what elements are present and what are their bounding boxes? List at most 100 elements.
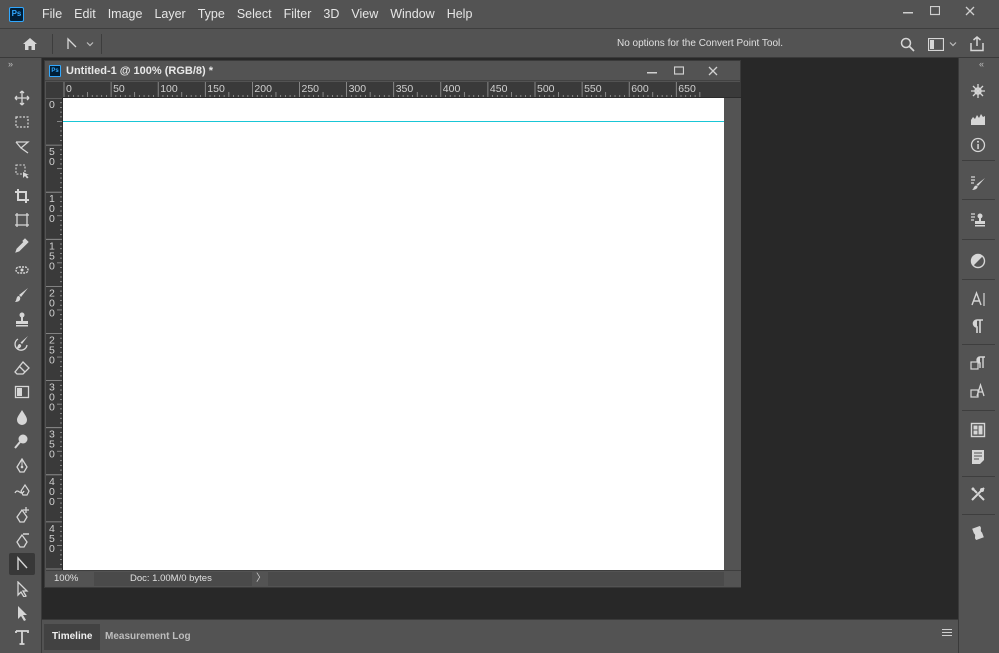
ruler-label: 500 bbox=[537, 83, 555, 95]
window-close-button[interactable] bbox=[955, 0, 985, 22]
panel-clone-source[interactable] bbox=[965, 209, 991, 231]
menu-help[interactable]: Help bbox=[441, 0, 479, 28]
canvas[interactable] bbox=[63, 98, 724, 570]
delete-anchor-icon bbox=[16, 533, 29, 548]
pen-tool[interactable] bbox=[9, 455, 35, 477]
chevron-down-icon bbox=[949, 42, 957, 47]
horizontal-scrollbar[interactable] bbox=[268, 572, 724, 586]
panel-separator bbox=[962, 160, 995, 161]
convert-point-tool[interactable] bbox=[9, 553, 35, 575]
panel-adjustments[interactable] bbox=[965, 250, 991, 272]
blur-tool[interactable] bbox=[9, 406, 35, 428]
search-button[interactable] bbox=[896, 33, 918, 55]
toolbar-collapse-button[interactable]: » bbox=[0, 58, 41, 70]
panel-notes[interactable] bbox=[965, 446, 991, 468]
tab-timeline[interactable]: Timeline bbox=[44, 624, 101, 650]
menu-view[interactable]: View bbox=[345, 0, 384, 28]
share-button[interactable] bbox=[966, 33, 988, 55]
close-icon bbox=[708, 66, 718, 76]
move-tool[interactable] bbox=[9, 87, 35, 109]
menu-window[interactable]: Window bbox=[384, 0, 440, 28]
panel-info[interactable] bbox=[965, 134, 991, 156]
home-button[interactable] bbox=[18, 33, 42, 55]
stamp-tool[interactable] bbox=[9, 308, 35, 330]
brush-tool[interactable] bbox=[9, 284, 35, 306]
close-icon bbox=[965, 6, 975, 16]
document-minimize-button[interactable] bbox=[638, 61, 666, 81]
type-tool[interactable] bbox=[9, 626, 35, 648]
path-select-icon bbox=[17, 581, 29, 597]
document-maximize-button[interactable] bbox=[665, 61, 693, 81]
panel-character-styles[interactable] bbox=[965, 380, 991, 402]
horizontal-guide[interactable] bbox=[63, 121, 724, 122]
home-icon bbox=[23, 38, 37, 50]
panel-navigator[interactable] bbox=[965, 80, 991, 102]
window-minimize-button[interactable] bbox=[893, 0, 923, 22]
libraries-icon bbox=[970, 422, 986, 438]
panel-libraries[interactable] bbox=[965, 419, 991, 441]
ruler-label: 200 bbox=[254, 83, 272, 95]
menu-file[interactable]: File bbox=[36, 0, 68, 28]
document-tab[interactable]: Ps Untitled-1 @ 100% (RGB/8) * bbox=[45, 61, 740, 81]
horizontal-ruler[interactable]: 0 50 100 150 200 250 300 350 400 450 500 550 600 650 bbox=[63, 82, 741, 98]
direct-select-tool[interactable] bbox=[9, 602, 35, 624]
panel-paragraph[interactable] bbox=[965, 315, 991, 337]
panel-tool-presets[interactable] bbox=[965, 483, 991, 505]
delete-anchor-tool[interactable] bbox=[9, 529, 35, 551]
menu-type[interactable]: Type bbox=[192, 0, 231, 28]
ruler-label: 0 bbox=[66, 83, 72, 95]
paragraph-icon bbox=[972, 319, 983, 333]
panel-histogram[interactable] bbox=[965, 108, 991, 130]
menu-image[interactable]: Image bbox=[102, 0, 149, 28]
menu-layer[interactable]: Layer bbox=[148, 0, 191, 28]
status-menu-arrow[interactable]: 〉 bbox=[256, 571, 266, 587]
workspace-switcher[interactable] bbox=[925, 33, 961, 55]
vertical-scrollbar[interactable] bbox=[724, 98, 741, 570]
maximize-icon bbox=[930, 6, 940, 16]
ruler-label: 150 bbox=[207, 83, 225, 95]
panel-character[interactable] bbox=[965, 288, 991, 310]
document-status-bar: 100% Doc: 1.00M/0 bytes 〉 bbox=[46, 570, 741, 587]
freeform-pen-tool[interactable] bbox=[9, 480, 35, 502]
menu-filter[interactable]: Filter bbox=[278, 0, 318, 28]
brush-icon bbox=[15, 288, 28, 302]
menu-3d[interactable]: 3D bbox=[317, 0, 345, 28]
menu-edit[interactable]: Edit bbox=[68, 0, 102, 28]
panel-actions[interactable] bbox=[965, 522, 991, 544]
dock-collapse-button[interactable]: « bbox=[959, 58, 999, 70]
pen-icon bbox=[16, 458, 28, 473]
document-icon: Ps bbox=[49, 64, 61, 77]
document-close-button[interactable] bbox=[699, 61, 727, 81]
doc-size-info: Doc: 1.00M/0 bytes bbox=[94, 572, 252, 586]
marquee-tool[interactable] bbox=[9, 111, 35, 133]
tab-measurement-log[interactable]: Measurement Log bbox=[97, 624, 199, 650]
gradient-tool[interactable] bbox=[9, 381, 35, 403]
panel-brush-settings[interactable] bbox=[965, 172, 991, 194]
menu-select[interactable]: Select bbox=[231, 0, 278, 28]
zoom-level[interactable]: 100% bbox=[54, 571, 78, 587]
ruler-label: 0 bbox=[49, 99, 55, 111]
path-select-tool[interactable] bbox=[9, 578, 35, 600]
panel-menu-icon[interactable] bbox=[942, 629, 952, 637]
ruler-label: 600 bbox=[631, 83, 649, 95]
eyedropper-tool[interactable] bbox=[9, 234, 35, 256]
info-icon bbox=[970, 137, 986, 153]
ruler-label: 0 bbox=[49, 496, 55, 508]
lasso-tool[interactable] bbox=[9, 136, 35, 158]
dodge-tool[interactable] bbox=[9, 430, 35, 452]
window-maximize-button[interactable] bbox=[920, 0, 950, 22]
eraser-tool[interactable] bbox=[9, 357, 35, 379]
healing-tool[interactable] bbox=[9, 259, 35, 281]
tool-preset-picker[interactable] bbox=[62, 33, 98, 55]
panel-paragraph-styles[interactable] bbox=[965, 352, 991, 374]
frame-tool[interactable] bbox=[9, 209, 35, 231]
crop-tool[interactable] bbox=[9, 185, 35, 207]
quick-select-tool[interactable] bbox=[9, 160, 35, 182]
vertical-ruler[interactable]: 050100150200250300350400450 bbox=[46, 98, 63, 570]
ruler-label: 0 bbox=[49, 307, 55, 319]
ruler-origin[interactable] bbox=[46, 82, 63, 98]
history-brush-tool[interactable] bbox=[9, 332, 35, 354]
paragraph-styles-icon bbox=[970, 356, 985, 370]
add-anchor-tool[interactable] bbox=[9, 504, 35, 526]
navigator-icon bbox=[971, 84, 985, 98]
